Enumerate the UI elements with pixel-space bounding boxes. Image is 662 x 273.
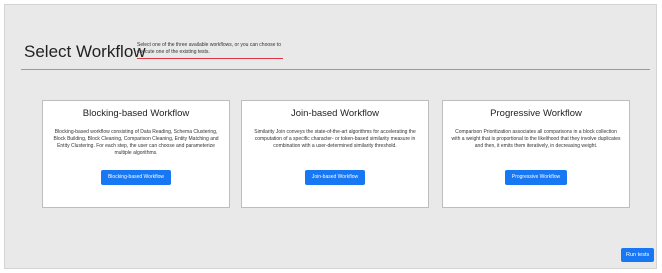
card-join-workflow: Join-based Workflow Similarity Join conv… (241, 100, 429, 208)
run-tests-button[interactable]: Run tests (621, 248, 655, 262)
card-description: Similarity Join conveys the state-of-the… (254, 129, 416, 149)
card-description: Blocking-based workflow consisting of Da… (53, 129, 219, 156)
page-title: Select Workflow (24, 42, 146, 61)
card-description: Comparison Prioritization associates all… (451, 129, 621, 149)
divider (21, 69, 650, 70)
join-workflow-button[interactable]: Join-based Workflow (304, 170, 366, 185)
progressive-workflow-button[interactable]: Progressive Workflow (504, 170, 568, 185)
blocking-workflow-button[interactable]: Blocking-based Workflow (100, 170, 172, 185)
card-blocking-workflow: Blocking-based Workflow Blocking-based w… (42, 100, 230, 208)
card-title: Join-based Workflow (290, 108, 379, 119)
card-title: Blocking-based Workflow (82, 108, 190, 119)
card-title: Progressive Workflow (490, 108, 582, 119)
page-subtitle: Select one of the three available workfl… (137, 42, 283, 59)
card-progressive-workflow: Progressive Workflow Comparison Prioriti… (442, 100, 630, 208)
